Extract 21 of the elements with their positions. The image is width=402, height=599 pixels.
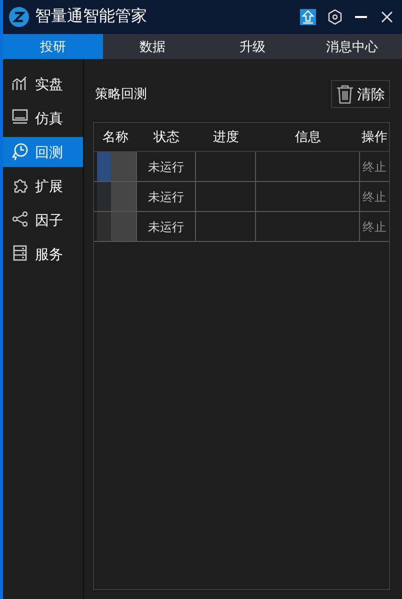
puzzle-icon — [12, 177, 30, 195]
clock-icon — [12, 143, 30, 161]
settings-icon[interactable] — [328, 9, 342, 25]
column-header: 操作 — [360, 128, 388, 146]
window-title: 智量通智能管家 — [35, 6, 148, 27]
tab[interactable]: 投研 — [3, 34, 103, 59]
column-header: 进度 — [212, 128, 240, 146]
status-text: 未运行 — [148, 188, 184, 206]
column-header: 状态 — [152, 128, 180, 146]
trash-icon — [336, 84, 354, 104]
status-text: 未运行 — [148, 218, 184, 236]
status-text: 未运行 — [148, 158, 184, 176]
sidebar-item[interactable]: 回测 — [3, 137, 83, 167]
logo-icon — [9, 7, 29, 27]
close-icon[interactable] — [380, 10, 394, 24]
column-header: 名称 — [102, 128, 130, 146]
clear-button[interactable]: 清除 — [331, 80, 390, 108]
upgrade-icon[interactable] — [300, 9, 316, 25]
column-header: 信息 — [294, 128, 322, 146]
panel-title: 策略回测 — [95, 85, 147, 104]
share-icon — [12, 211, 30, 229]
